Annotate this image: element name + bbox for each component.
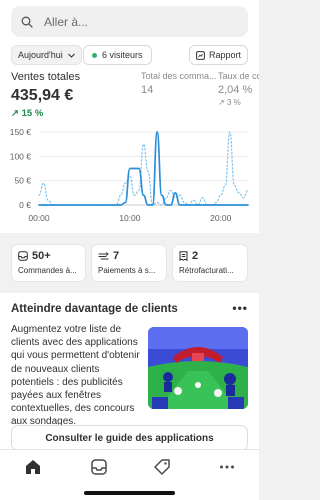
conversion-rate-metric[interactable]: Taux de co 2,04 % ↗ 3 % (218, 71, 259, 107)
metrics-row[interactable]: Ventes totales 435,94 € ↗ 15 % Total des… (11, 71, 259, 121)
promo-body: Augmentez votre liste de clients avec de… (11, 324, 140, 428)
chevron-down-icon (67, 53, 75, 58)
receipt-icon (179, 251, 188, 261)
report-icon (196, 50, 205, 60)
x-tick-label: 10:00 (119, 213, 141, 223)
search-icon (21, 16, 33, 28)
total-sales-label: Ventes totales (11, 71, 81, 83)
conversion-rate-value: 2,04 % (218, 84, 253, 96)
date-range-selector[interactable]: Aujourd'hui (11, 45, 82, 65)
app-guide-button[interactable]: Consulter le guide des applications (11, 425, 248, 451)
total-sales-metric[interactable]: Ventes totales 435,94 € ↗ 15 % (11, 71, 80, 119)
action-cards: 50+ Commandes à... 7 Paiements à s... 2 … (0, 244, 259, 282)
total-orders-label: Total des comma... (141, 71, 217, 81)
payments-to-capture-card[interactable]: 7 Paiements à s... (91, 244, 167, 282)
payments-icon (98, 252, 109, 260)
orders-count: 50+ (32, 250, 51, 262)
promo-illustration (148, 327, 248, 409)
search-bar[interactable]: Aller à... (11, 6, 248, 37)
arrow-up-icon: ↗ (11, 108, 19, 119)
y-tick-label: 150 € (10, 127, 32, 137)
orders-to-fulfill-card[interactable]: 50+ Commandes à... (11, 244, 86, 282)
x-tick-label: 00:00 (28, 213, 50, 223)
orders-label: Commandes à... (18, 266, 77, 275)
live-dot-icon (92, 52, 97, 58)
conversion-rate-change-value: 3 % (226, 98, 241, 107)
x-tick-label: 20:00 (210, 213, 232, 223)
total-sales-change-value: 15 % (21, 108, 44, 119)
sales-series-line (38, 131, 249, 206)
filter-bar: Aujourd'hui 6 visiteurs Rapport (11, 45, 248, 65)
payments-count: 7 (113, 250, 120, 262)
report-button[interactable]: Rapport (188, 45, 248, 65)
search-placeholder: Aller à... (44, 14, 89, 29)
y-tick-label: 100 € (10, 151, 32, 161)
y-tick-label: 0 € (19, 200, 31, 210)
chargebacks-card[interactable]: 2 Rétrofacturati... (172, 244, 248, 282)
total-orders-metric[interactable]: Total des comma... 14 (141, 71, 219, 96)
conversion-rate-change: ↗ 3 % (218, 98, 259, 107)
live-visitors-button[interactable]: 6 visiteurs (83, 45, 152, 65)
payments-label: Paiements à s... (98, 266, 156, 275)
y-tick-label: 50 € (14, 176, 31, 186)
chargebacks-count: 2 (192, 250, 199, 262)
promo-title: Atteindre davantage de clients (11, 303, 178, 315)
inbox-icon (18, 251, 28, 261)
inbox-icon[interactable] (90, 458, 108, 476)
comparison-series-line (38, 131, 249, 206)
more-icon[interactable] (218, 458, 236, 476)
chargebacks-label: Rétrofacturati... (179, 266, 234, 275)
dashboard-header: Aller à... Aujourd'hui 6 visiteurs Rappo… (0, 0, 259, 233)
total-sales-change: ↗ 15 % (11, 108, 80, 119)
total-orders-value: 14 (141, 84, 154, 96)
arrow-up-icon: ↗ (218, 98, 225, 107)
promo-card: Atteindre davantage de clients ••• Augme… (0, 293, 259, 453)
home-icon[interactable] (24, 458, 42, 476)
conversion-rate-label: Taux de co (218, 71, 259, 81)
tag-icon[interactable] (153, 458, 171, 476)
visitors-label: 6 visiteurs (102, 50, 143, 60)
total-sales-value: 435,94 € (11, 87, 74, 104)
sales-chart[interactable]: 150 € 100 € 50 € 0 € 00:00 10:00 20:00 (0, 122, 259, 230)
more-options-icon[interactable]: ••• (232, 301, 248, 315)
date-range-label: Aujourd'hui (18, 50, 63, 60)
report-label: Rapport (208, 50, 241, 60)
home-indicator (84, 491, 175, 495)
